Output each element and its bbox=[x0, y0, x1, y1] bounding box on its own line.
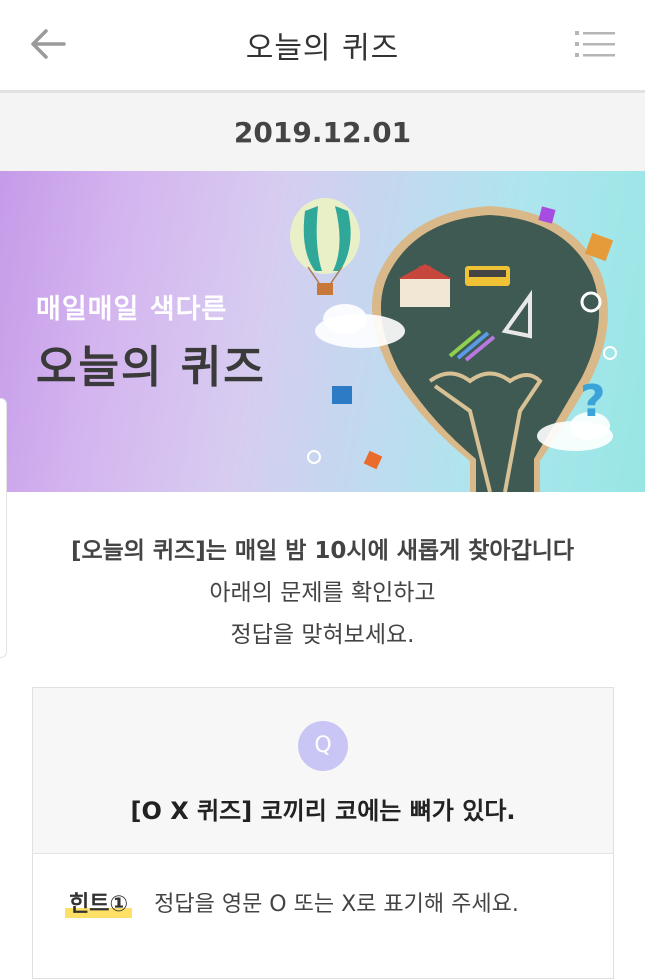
arrow-left-icon bbox=[31, 29, 66, 59]
hint-text: 정답을 영문 O 또는 X로 표기해 주세요. bbox=[154, 892, 519, 917]
intro-line-1: [오늘의 퀴즈]는 매일 밤 10시에 새롭게 찾아갑니다 bbox=[70, 538, 575, 564]
banner-title: 오늘의 퀴즈 bbox=[36, 342, 266, 393]
top-bar: 오늘의 퀴즈 bbox=[0, 0, 645, 93]
hint-row: 힌트① 정답을 영문 O 또는 X로 표기해 주세요. bbox=[65, 886, 519, 918]
intro-line-3: 정답을 맞혀보세요. bbox=[230, 622, 415, 648]
question-text: [O X 퀴즈] 코끼리 코에는 뼈가 있다. bbox=[130, 797, 516, 825]
question-badge: Q bbox=[298, 721, 348, 771]
intro-line-2: 아래의 문제를 확인하고 bbox=[209, 580, 436, 606]
quiz-banner: ? 매일매일 색다른 오늘의 퀴즈 bbox=[0, 171, 645, 492]
menu-icon bbox=[575, 31, 615, 57]
back-button[interactable] bbox=[28, 26, 68, 62]
banner-subtitle: 매일매일 색다른 bbox=[36, 294, 228, 325]
hint-label: 힌트① bbox=[65, 886, 133, 918]
date-bar: 2019.12.01 bbox=[0, 93, 645, 171]
question-card: Q [O X 퀴즈] 코끼리 코에는 뼈가 있다. 힌트① 정답을 영문 O 또… bbox=[32, 687, 614, 979]
menu-button[interactable] bbox=[575, 28, 615, 60]
question-header: Q [O X 퀴즈] 코끼리 코에는 뼈가 있다. bbox=[33, 688, 613, 854]
svg-text:?: ? bbox=[580, 376, 606, 427]
intro-text: [오늘의 퀴즈]는 매일 밤 10시에 새롭게 찾아갑니다 아래의 문제를 확인… bbox=[0, 530, 645, 656]
page-title: 오늘의 퀴즈 bbox=[245, 31, 400, 66]
quiz-date: 2019.12.01 bbox=[233, 115, 412, 149]
